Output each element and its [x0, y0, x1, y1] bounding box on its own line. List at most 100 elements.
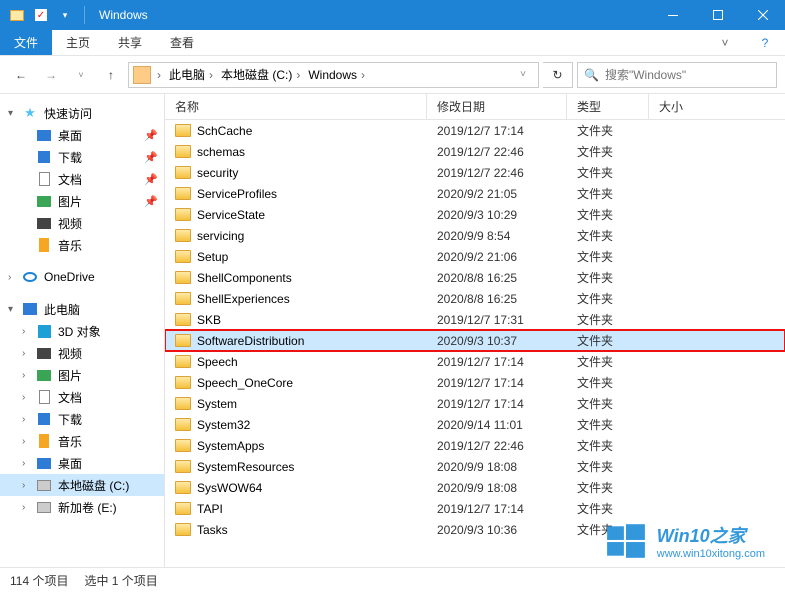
chevron-right-icon[interactable]: ›: [361, 68, 365, 82]
table-row[interactable]: schemas 2019/12/7 22:46 文件夹: [165, 141, 785, 162]
sidebar-item[interactable]: ▾ 此电脑: [0, 298, 164, 320]
breadcrumb-dropdown-icon[interactable]: ˅: [510, 62, 536, 88]
file-type: 文件夹: [567, 437, 649, 454]
nav-recent-dropdown[interactable]: ˅: [68, 62, 94, 88]
column-size[interactable]: 大小: [649, 94, 785, 119]
pin-icon: 📌: [144, 173, 158, 186]
sidebar-item-label: 图片: [58, 367, 164, 384]
expand-icon[interactable]: ›: [22, 502, 34, 513]
tab-home[interactable]: 主页: [52, 30, 104, 55]
breadcrumb-item[interactable]: Windows: [308, 68, 357, 82]
sidebar-item[interactable]: › 音乐: [0, 430, 164, 452]
search-input[interactable]: [605, 68, 770, 82]
tab-view[interactable]: 查看: [156, 30, 208, 55]
chevron-right-icon[interactable]: ›: [157, 68, 161, 82]
breadcrumb-item[interactable]: 本地磁盘 (C:): [221, 66, 292, 83]
table-row[interactable]: ShellExperiences 2020/8/8 16:25 文件夹: [165, 288, 785, 309]
chevron-right-icon[interactable]: ›: [296, 68, 300, 82]
table-row[interactable]: ServiceProfiles 2020/9/2 21:05 文件夹: [165, 183, 785, 204]
table-row[interactable]: SystemResources 2020/9/9 18:08 文件夹: [165, 456, 785, 477]
sidebar-item[interactable]: › 文档: [0, 386, 164, 408]
table-row[interactable]: SKB 2019/12/7 17:31 文件夹: [165, 309, 785, 330]
expand-icon[interactable]: ›: [22, 370, 34, 381]
table-row[interactable]: TAPI 2019/12/7 17:14 文件夹: [165, 498, 785, 519]
file-type: 文件夹: [567, 143, 649, 160]
sidebar-item[interactable]: › 图片: [0, 364, 164, 386]
folder-icon: [175, 355, 191, 368]
search-box[interactable]: 🔍: [577, 62, 777, 88]
sidebar-item[interactable]: 视频: [0, 212, 164, 234]
breadcrumb[interactable]: › 此电脑 › 本地磁盘 (C:) › Windows › ˅: [128, 62, 539, 88]
expand-icon[interactable]: ›: [22, 326, 34, 337]
nav-forward-button[interactable]: →: [38, 62, 64, 88]
sidebar-item[interactable]: 下载 📌: [0, 146, 164, 168]
sidebar-item[interactable]: › OneDrive: [0, 266, 164, 288]
tab-file[interactable]: 文件: [0, 30, 52, 55]
table-row[interactable]: ServiceState 2020/9/3 10:29 文件夹: [165, 204, 785, 225]
nav-up-button[interactable]: ↑: [98, 62, 124, 88]
minimize-button[interactable]: [650, 0, 695, 30]
sidebar-item[interactable]: 文档 📌: [0, 168, 164, 190]
table-row[interactable]: SystemApps 2019/12/7 22:46 文件夹: [165, 435, 785, 456]
tab-share[interactable]: 共享: [104, 30, 156, 55]
sidebar-item[interactable]: › 桌面: [0, 452, 164, 474]
chevron-right-icon[interactable]: ›: [209, 68, 213, 82]
expand-icon[interactable]: ›: [8, 272, 20, 283]
table-row[interactable]: SysWOW64 2020/9/9 18:08 文件夹: [165, 477, 785, 498]
folder-icon: [175, 187, 191, 200]
table-row[interactable]: Tasks 2020/9/3 10:36 文件夹: [165, 519, 785, 540]
sidebar-item[interactable]: › 本地磁盘 (C:): [0, 474, 164, 496]
table-row[interactable]: SoftwareDistribution 2020/9/3 10:37 文件夹: [165, 330, 785, 351]
sidebar-item[interactable]: › 新加卷 (E:): [0, 496, 164, 518]
file-list[interactable]: SchCache 2019/12/7 17:14 文件夹 schemas 201…: [165, 120, 785, 567]
table-row[interactable]: security 2019/12/7 22:46 文件夹: [165, 162, 785, 183]
folder-icon: [175, 418, 191, 431]
refresh-button[interactable]: ↻: [543, 62, 573, 88]
expand-icon[interactable]: ›: [22, 414, 34, 425]
maximize-button[interactable]: [695, 0, 740, 30]
breadcrumb-item[interactable]: 此电脑: [169, 66, 205, 83]
table-row[interactable]: System 2019/12/7 17:14 文件夹: [165, 393, 785, 414]
sidebar-item[interactable]: › 3D 对象: [0, 320, 164, 342]
expand-icon[interactable]: ›: [22, 348, 34, 359]
table-row[interactable]: SchCache 2019/12/7 17:14 文件夹: [165, 120, 785, 141]
sidebar-item[interactable]: › 下载: [0, 408, 164, 430]
search-icon: 🔍: [584, 68, 599, 82]
expand-icon[interactable]: ›: [22, 480, 34, 491]
file-type: 文件夹: [567, 395, 649, 412]
expand-icon[interactable]: ▾: [8, 108, 20, 119]
folder-icon: [175, 292, 191, 305]
close-button[interactable]: [740, 0, 785, 30]
sidebar-item[interactable]: ▾ ★ 快速访问: [0, 102, 164, 124]
qat-dropdown-icon[interactable]: ▾: [56, 6, 74, 24]
file-date: 2020/9/9 8:54: [427, 229, 567, 243]
column-type[interactable]: 类型: [567, 94, 649, 119]
table-row[interactable]: Speech 2019/12/7 17:14 文件夹: [165, 351, 785, 372]
expand-icon[interactable]: ›: [22, 436, 34, 447]
sidebar-item[interactable]: 桌面 📌: [0, 124, 164, 146]
table-row[interactable]: Speech_OneCore 2019/12/7 17:14 文件夹: [165, 372, 785, 393]
column-name[interactable]: 名称: [165, 94, 427, 119]
table-row[interactable]: System32 2020/9/14 11:01 文件夹: [165, 414, 785, 435]
file-name: schemas: [197, 145, 245, 159]
sidebar-item[interactable]: › 视频: [0, 342, 164, 364]
column-date[interactable]: 修改日期: [427, 94, 567, 119]
nav-back-button[interactable]: ←: [8, 62, 34, 88]
folder-icon: [175, 502, 191, 515]
expand-icon[interactable]: ›: [22, 458, 34, 469]
folder-icon: [175, 481, 191, 494]
sidebar[interactable]: ▾ ★ 快速访问 桌面 📌 下载 📌 文档 📌 图片 📌 视频 音乐 › On: [0, 94, 165, 567]
ribbon-expand-icon[interactable]: ˅: [705, 30, 745, 55]
expand-icon[interactable]: ▾: [8, 304, 20, 315]
sidebar-item-label: 桌面: [58, 127, 142, 144]
table-row[interactable]: Setup 2020/9/2 21:06 文件夹: [165, 246, 785, 267]
table-row[interactable]: ShellComponents 2020/8/8 16:25 文件夹: [165, 267, 785, 288]
properties-icon[interactable]: ✓: [32, 6, 50, 24]
table-row[interactable]: servicing 2020/9/9 8:54 文件夹: [165, 225, 785, 246]
sidebar-item[interactable]: 图片 📌: [0, 190, 164, 212]
sidebar-item[interactable]: 音乐: [0, 234, 164, 256]
folder-icon: [175, 229, 191, 242]
expand-icon[interactable]: ›: [22, 392, 34, 403]
help-icon[interactable]: ?: [745, 30, 785, 55]
pin-icon: 📌: [144, 129, 158, 142]
